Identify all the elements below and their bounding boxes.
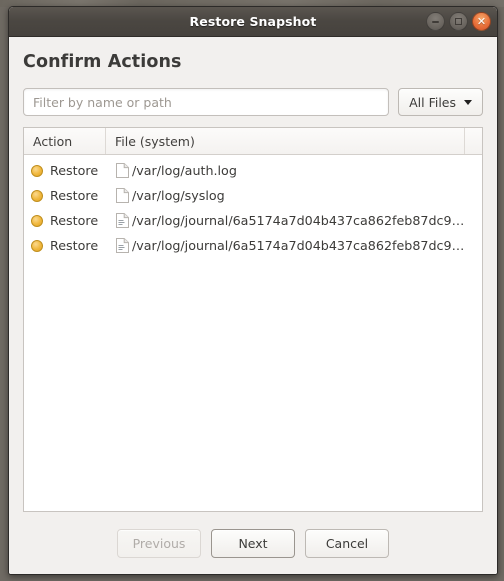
amber-dot-icon bbox=[31, 189, 43, 202]
dialog-footer: Previous Next Cancel bbox=[23, 512, 483, 574]
column-header-extra[interactable] bbox=[465, 128, 482, 154]
column-header-file[interactable]: File (system) bbox=[106, 128, 465, 154]
cancel-button[interactable]: Cancel bbox=[305, 528, 389, 558]
row-action-label: Restore bbox=[50, 238, 99, 253]
previous-button[interactable]: Previous bbox=[117, 528, 201, 558]
row-file-path: /var/log/auth.log bbox=[132, 163, 237, 178]
table-row[interactable]: Restore/var/log/syslog bbox=[24, 183, 482, 208]
row-file-path: /var/log/syslog bbox=[132, 188, 225, 203]
row-action-label: Restore bbox=[50, 188, 99, 203]
file-type-dropdown[interactable]: All Files bbox=[398, 88, 483, 116]
maximize-icon bbox=[455, 18, 462, 25]
file-type-label: All Files bbox=[409, 94, 456, 110]
list-header: Action File (system) bbox=[24, 128, 482, 155]
row-file-path: /var/log/journal/6a5174a7d04b437ca862feb… bbox=[132, 213, 465, 228]
table-row[interactable]: Restore/var/log/journal/6a5174a7d04b437c… bbox=[24, 233, 482, 258]
actions-list: Action File (system) Restore/var/log/aut… bbox=[23, 127, 483, 512]
chevron-down-icon bbox=[464, 99, 472, 105]
amber-dot-icon bbox=[31, 214, 43, 227]
list-rows: Restore/var/log/auth.log Restore/var/log/… bbox=[24, 155, 482, 511]
row-action-label: Restore bbox=[50, 213, 99, 228]
document-blank-icon bbox=[116, 188, 129, 203]
close-button[interactable]: ✕ bbox=[472, 12, 491, 31]
column-header-action[interactable]: Action bbox=[24, 128, 106, 154]
maximize-button[interactable] bbox=[449, 12, 468, 31]
minimize-button[interactable] bbox=[426, 12, 445, 31]
next-button[interactable]: Next bbox=[211, 528, 295, 558]
row-file-path: /var/log/journal/6a5174a7d04b437ca862feb… bbox=[132, 238, 465, 253]
minimize-icon bbox=[432, 21, 439, 23]
window-titlebar[interactable]: Restore Snapshot ✕ bbox=[9, 7, 497, 37]
table-row[interactable]: Restore/var/log/auth.log bbox=[24, 158, 482, 183]
close-icon: ✕ bbox=[476, 15, 487, 28]
filter-input[interactable] bbox=[23, 88, 390, 116]
row-action-label: Restore bbox=[50, 163, 99, 178]
table-row[interactable]: Restore/var/log/journal/6a5174a7d04b437c… bbox=[24, 208, 482, 233]
document-text-icon bbox=[116, 213, 129, 228]
dialog-body: Confirm Actions All Files Action File (s… bbox=[9, 37, 497, 574]
window-controls: ✕ bbox=[426, 12, 491, 31]
document-text-icon bbox=[116, 238, 129, 253]
desktop-background: Restore Snapshot ✕ Confirm Actions Filte… bbox=[0, 0, 504, 581]
document-blank-icon bbox=[116, 163, 129, 178]
restore-snapshot-dialog: Restore Snapshot ✕ Confirm Actions Filte… bbox=[8, 6, 498, 575]
window-title: Restore Snapshot bbox=[189, 14, 317, 29]
filter-row: All Files bbox=[23, 88, 483, 116]
page-title: Confirm Actions bbox=[23, 52, 182, 72]
amber-dot-icon bbox=[31, 164, 43, 177]
amber-dot-icon bbox=[31, 239, 43, 252]
